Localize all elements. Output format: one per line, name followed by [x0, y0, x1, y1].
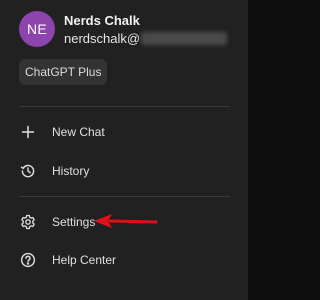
- history-icon: [20, 163, 36, 179]
- plus-icon: [20, 124, 36, 140]
- divider: [19, 196, 230, 197]
- menu-item-label: Help Center: [52, 253, 117, 267]
- user-name: Nerds Chalk: [64, 13, 140, 28]
- user-email-prefix: nerdschalk@: [64, 31, 141, 46]
- avatar-initials: NE: [26, 21, 48, 37]
- menu-item-help-center[interactable]: Help Center: [12, 245, 236, 275]
- menu-item-history[interactable]: History: [12, 156, 236, 186]
- avatar[interactable]: NE: [19, 11, 55, 47]
- user-email: nerdschalk@: [64, 30, 228, 47]
- menu-item-new-chat[interactable]: New Chat: [12, 117, 236, 147]
- menu-item-label: New Chat: [52, 125, 105, 139]
- annotation-arrow-icon: [94, 214, 158, 228]
- menu-item-label: History: [52, 164, 90, 178]
- plan-badge-label: ChatGPT Plus: [25, 65, 102, 79]
- menu-item-label: Settings: [52, 215, 96, 229]
- divider: [19, 106, 230, 107]
- navigation-drawer: NE Nerds Chalk nerdschalk@ ChatGPT Plus …: [0, 0, 248, 300]
- plan-badge: ChatGPT Plus: [19, 59, 108, 85]
- gear-icon: [20, 214, 36, 230]
- help-icon: [20, 252, 36, 268]
- email-redaction-blur: [141, 32, 228, 45]
- drawer-scrim[interactable]: [248, 0, 320, 300]
